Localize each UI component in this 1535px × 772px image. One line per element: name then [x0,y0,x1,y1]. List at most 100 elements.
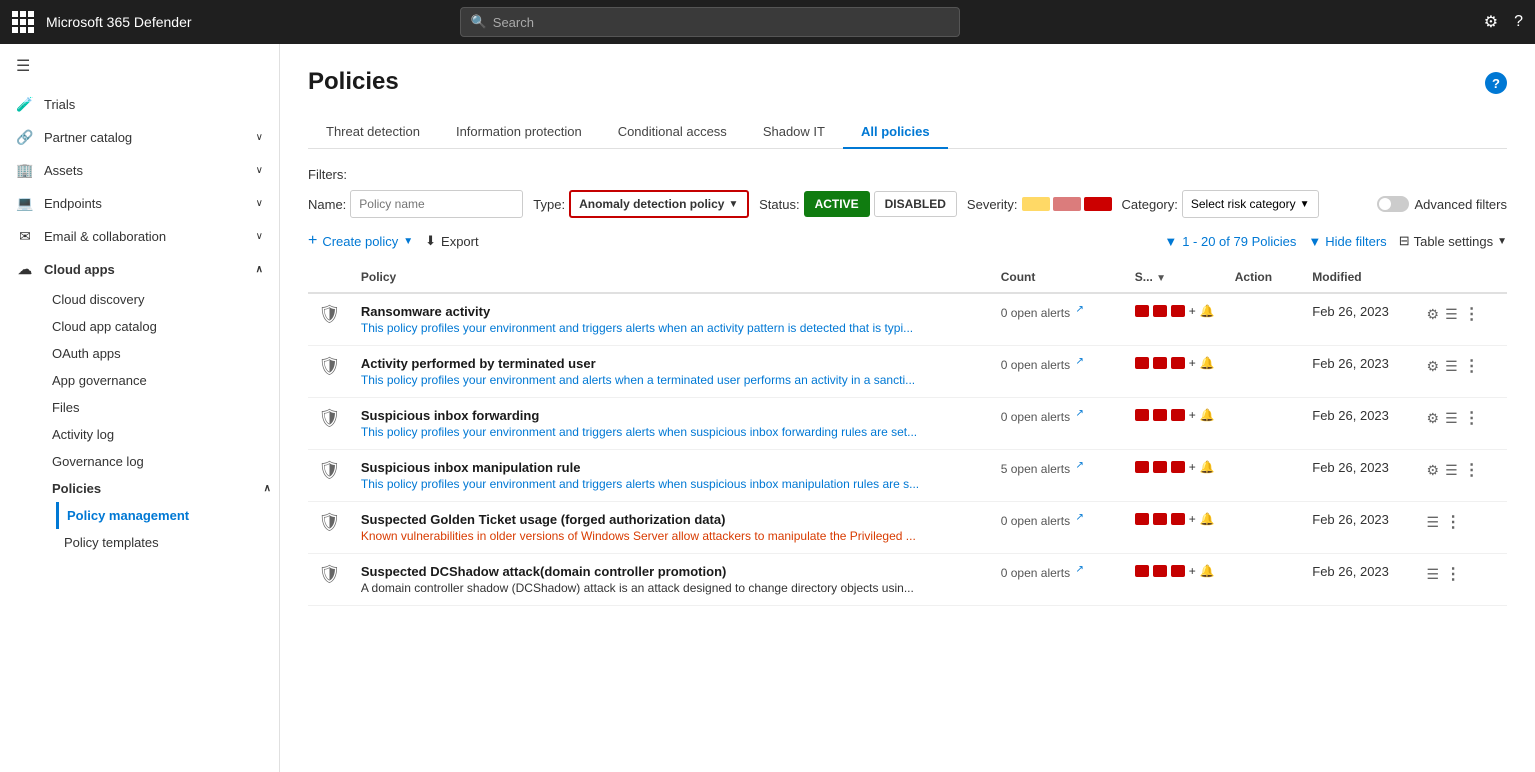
sidebar-item-oauth-apps[interactable]: OAuth apps [44,340,279,367]
sidebar-item-app-governance[interactable]: App governance [44,367,279,394]
list-button[interactable]: ☰ [1427,566,1440,583]
col-action-header: Action [1225,262,1303,293]
more-button[interactable]: ⋮ [1464,356,1480,376]
policy-name: Suspicious inbox manipulation rule [361,460,981,475]
row-severity-cell: + 🔔 [1125,450,1225,502]
waffle-icon[interactable] [12,11,34,33]
bell-icon[interactable]: 🔔 [1200,460,1215,474]
settings-icon[interactable]: ⚙ [1484,12,1498,32]
row-icon-cell: 🛡 [308,450,351,502]
help-circle-button[interactable]: ? [1485,72,1507,94]
severity-low-block[interactable] [1022,197,1050,211]
add-icon[interactable]: + [1189,460,1196,474]
row-icon-cell: 🛡 [308,398,351,450]
row-action-cell [1225,293,1303,346]
external-link-icon[interactable]: ↗ [1075,408,1083,419]
category-filter-dropdown[interactable]: Select risk category ▼ [1182,190,1319,218]
sidebar-item-cloud-discovery[interactable]: Cloud discovery [44,286,279,313]
export-button[interactable]: ⬇ Export [425,233,478,249]
sidebar-item-governance-log[interactable]: Governance log [44,448,279,475]
sidebar-item-cloud-apps[interactable]: ☁ Cloud apps ∧ [0,253,279,286]
create-policy-button[interactable]: + Create policy ▼ [308,232,413,250]
list-button[interactable]: ☰ [1445,462,1458,479]
hamburger-button[interactable]: ☰ [0,44,279,88]
gear-button[interactable]: ⚙ [1427,306,1440,323]
gear-button[interactable]: ⚙ [1427,358,1440,375]
add-icon[interactable]: + [1189,356,1196,370]
external-link-icon[interactable]: ↗ [1075,460,1083,471]
more-button[interactable]: ⋮ [1445,564,1461,584]
policy-desc: Known vulnerabilities in older versions … [361,529,921,543]
row-action-cell [1225,398,1303,450]
type-filter-dropdown[interactable]: Anomaly detection policy ▼ [569,190,749,218]
row-count-cell: 0 open alerts ↗ [991,346,1125,398]
tab-conditional-access[interactable]: Conditional access [600,116,745,149]
list-button[interactable]: ☰ [1445,306,1458,323]
col-severity-header[interactable]: S... ▼ [1125,262,1225,293]
status-disabled-button[interactable]: DISABLED [874,191,957,217]
row-severity-cell: + 🔔 [1125,293,1225,346]
sidebar-item-endpoints[interactable]: 💻 Endpoints ∨ [0,187,279,220]
table-settings-button[interactable]: ⊟ Table settings ▼ [1399,233,1507,249]
app-title: Microsoft 365 Defender [46,14,192,30]
sidebar-item-policy-management[interactable]: Policy management [56,502,279,529]
sev-block-2 [1153,565,1167,577]
hide-filters-button[interactable]: ▼ Hide filters [1308,234,1386,249]
severity-medium-block[interactable] [1053,197,1081,211]
sidebar-item-cloud-app-catalog[interactable]: Cloud app catalog [44,313,279,340]
severity-dots[interactable] [1022,197,1112,211]
severity-high-block[interactable] [1084,197,1112,211]
status-active-button[interactable]: ACTIVE [804,191,870,217]
list-button[interactable]: ☰ [1445,358,1458,375]
table-row: 🛡 Activity performed by terminated user … [308,346,1507,398]
more-button[interactable]: ⋮ [1464,304,1480,324]
sidebar-item-files[interactable]: Files [44,394,279,421]
external-link-icon[interactable]: ↗ [1075,564,1083,575]
tab-information-protection[interactable]: Information protection [438,116,600,149]
sidebar-item-policies-group[interactable]: Policies ∧ [44,475,279,502]
filter-icon: ▼ [1164,234,1177,249]
row-modified-cell: Feb 26, 2023 [1302,293,1416,346]
external-link-icon[interactable]: ↗ [1075,304,1083,315]
sidebar-item-policy-templates[interactable]: Policy templates [56,529,279,556]
bell-icon[interactable]: 🔔 [1200,408,1215,422]
sidebar-item-partner-catalog[interactable]: 🔗 Partner catalog ∨ [0,121,279,154]
search-input[interactable] [493,15,949,30]
more-button[interactable]: ⋮ [1445,512,1461,532]
gear-button[interactable]: ⚙ [1427,462,1440,479]
status-filter-label: Status: [759,197,799,212]
sidebar-item-email-collab[interactable]: ✉ Email & collaboration ∨ [0,220,279,253]
add-icon[interactable]: + [1189,304,1196,318]
row-actions-cell: ⚙ ☰ ⋮ [1417,450,1507,502]
bell-icon[interactable]: 🔔 [1200,512,1215,526]
sidebar-item-activity-log[interactable]: Activity log [44,421,279,448]
list-button[interactable]: ☰ [1427,514,1440,531]
bell-icon[interactable]: 🔔 [1200,564,1215,578]
add-icon[interactable]: + [1189,408,1196,422]
more-button[interactable]: ⋮ [1464,408,1480,428]
sidebar-item-assets[interactable]: 🏢 Assets ∨ [0,154,279,187]
download-icon: ⬇ [425,233,436,249]
list-button[interactable]: ☰ [1445,410,1458,427]
topbar-actions: ⚙ ? [1484,12,1523,32]
policy-shield-icon: 🛡 [318,460,341,480]
external-link-icon[interactable]: ↗ [1075,512,1083,523]
add-icon[interactable]: + [1189,512,1196,526]
add-icon[interactable]: + [1189,564,1196,578]
policy-tabs: Threat detection Information protection … [308,116,1507,149]
name-filter-input[interactable] [350,190,523,218]
row-action-cell [1225,346,1303,398]
help-icon[interactable]: ? [1514,13,1523,31]
advanced-filters-toggle[interactable] [1377,196,1409,212]
gear-button[interactable]: ⚙ [1427,410,1440,427]
cloud-apps-icon: ☁ [16,261,34,278]
bell-icon[interactable]: 🔔 [1200,304,1215,318]
external-link-icon[interactable]: ↗ [1075,356,1083,367]
sidebar-item-trials[interactable]: 🧪 Trials [0,88,279,121]
tab-shadow-it[interactable]: Shadow IT [745,116,843,149]
row-count-cell: 0 open alerts ↗ [991,398,1125,450]
more-button[interactable]: ⋮ [1464,460,1480,480]
tab-threat-detection[interactable]: Threat detection [308,116,438,149]
tab-all-policies[interactable]: All policies [843,116,948,149]
bell-icon[interactable]: 🔔 [1200,356,1215,370]
